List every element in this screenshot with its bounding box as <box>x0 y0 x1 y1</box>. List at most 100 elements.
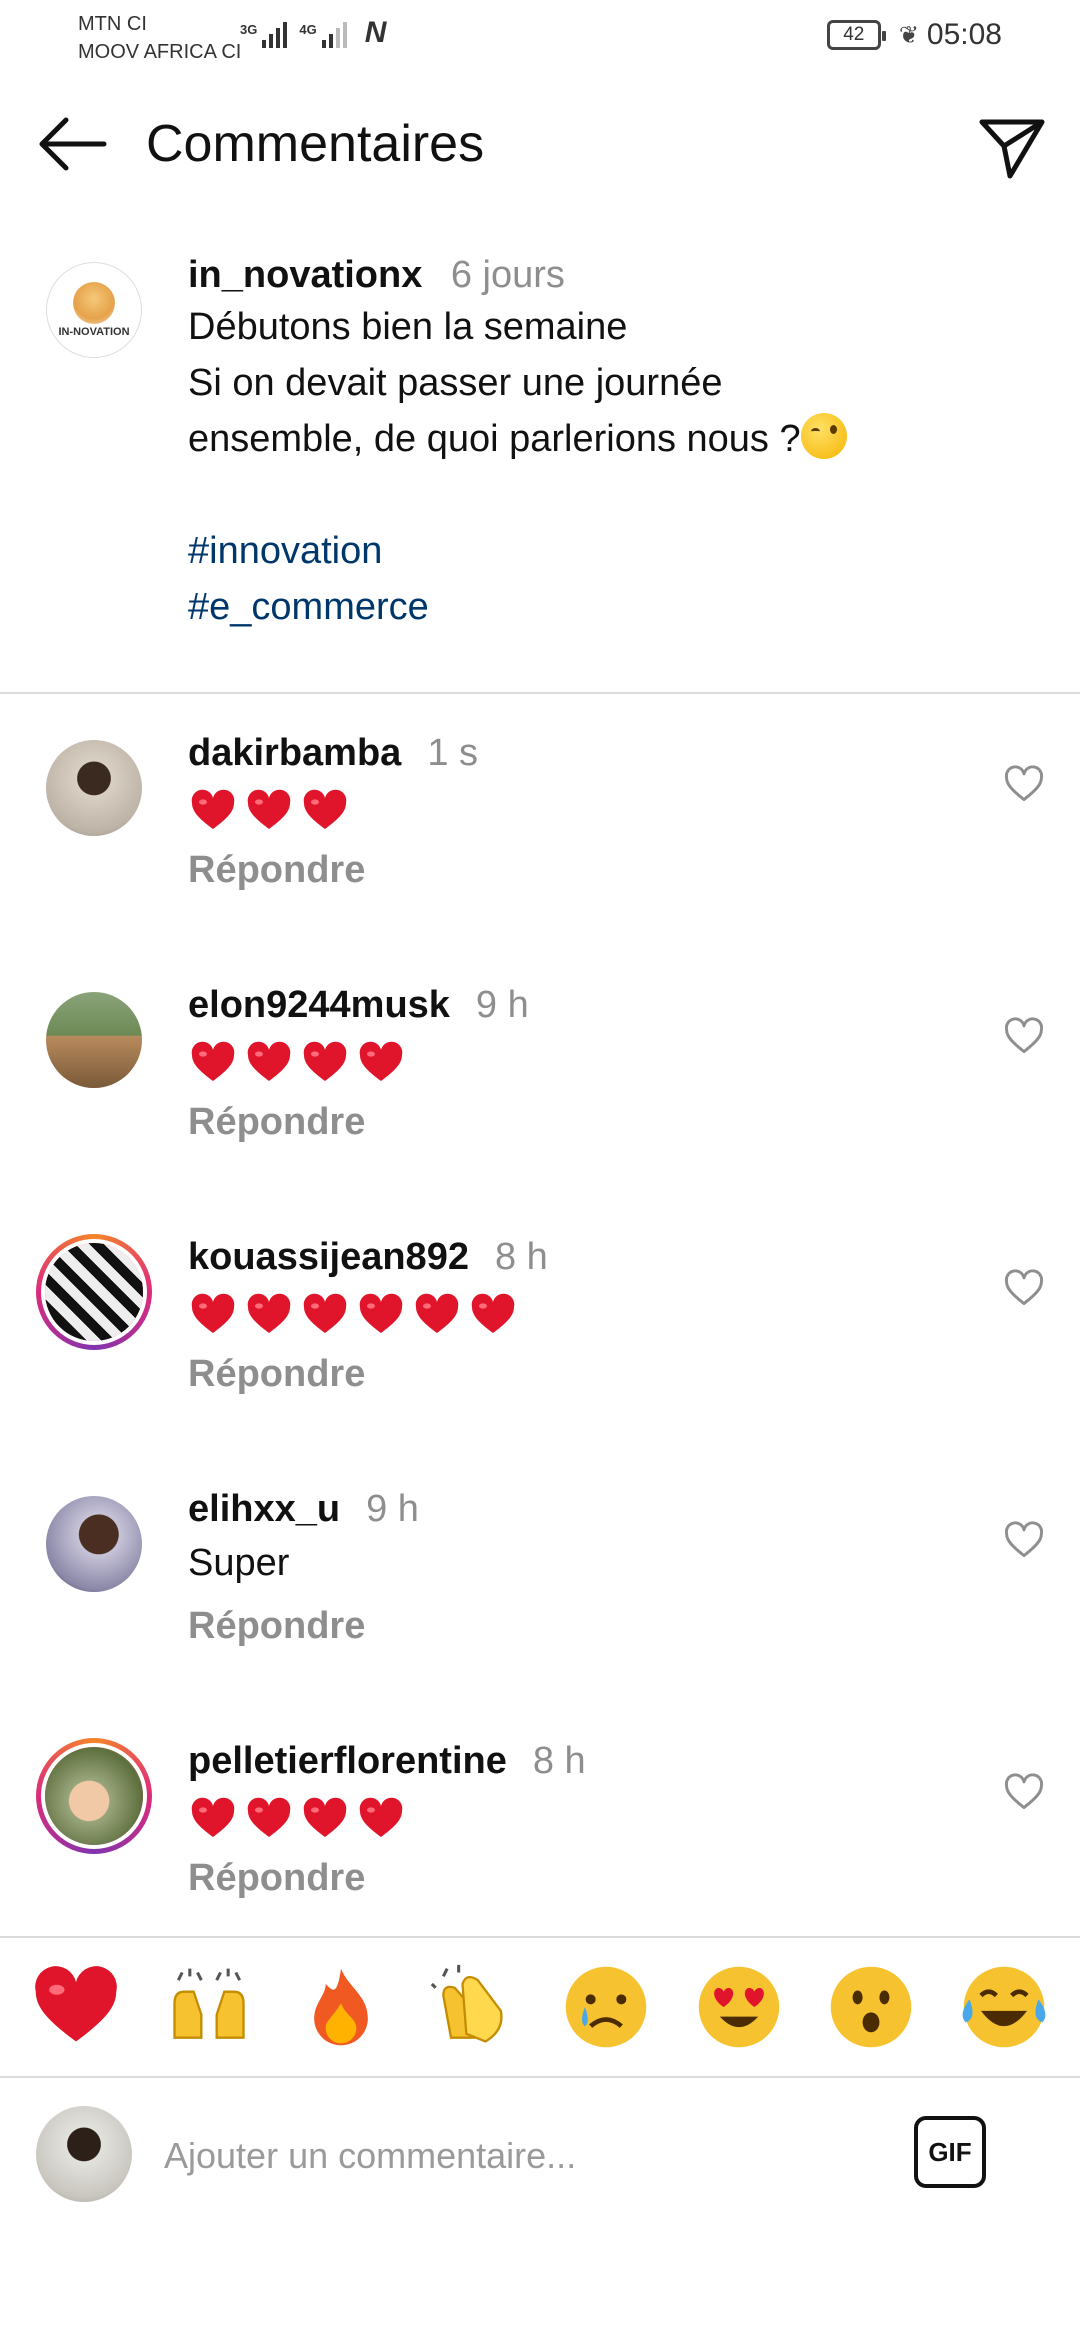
red-heart-emoji <box>356 1795 406 1843</box>
comment-time: 1 s <box>427 732 479 774</box>
red-heart-emoji <box>188 1795 238 1843</box>
caption-text: Débutons bien la semaine Si on devait pa… <box>188 299 1048 467</box>
avatar[interactable] <box>46 740 142 836</box>
red-heart-emoji <box>188 1291 238 1339</box>
red-heart-emoji <box>412 1291 462 1339</box>
red-heart-emoji <box>244 787 294 835</box>
surprised-face-emoji[interactable] <box>823 1959 919 2055</box>
reply-button[interactable]: Répondre <box>188 1857 365 1900</box>
raising-hands-emoji[interactable] <box>161 1959 257 2055</box>
comment-time: 8 h <box>494 1236 548 1278</box>
crying-face-emoji[interactable] <box>558 1959 654 2055</box>
comment-time: 9 h <box>475 984 529 1026</box>
arrow-left-icon <box>39 117 107 171</box>
page-title: Commentaires <box>146 115 485 173</box>
comment-username[interactable]: dakirbamba <box>188 732 401 774</box>
comment-item: elihxx_u 9 h Super Répondre <box>0 1488 1080 1728</box>
red-heart-emoji <box>244 1291 294 1339</box>
hashtag-link[interactable]: #innovation <box>188 523 1048 579</box>
heart-outline-icon <box>1004 1773 1044 1810</box>
signal-2-icon: 4G <box>299 22 347 48</box>
post-time: 6 jours <box>450 254 565 296</box>
comment-username[interactable]: elihxx_u <box>188 1488 340 1530</box>
heart-outline-icon <box>1004 1017 1044 1054</box>
red-heart-emoji <box>356 1039 406 1087</box>
like-button[interactable] <box>1002 1518 1046 1562</box>
story-avatar[interactable] <box>36 1738 152 1854</box>
heart-emojis <box>188 1035 968 1091</box>
comment-composer: GIF <box>0 2080 1080 2220</box>
current-user-avatar[interactable] <box>36 2106 132 2202</box>
heart-emojis <box>188 1287 968 1343</box>
carrier-1: MTN CI <box>78 13 147 35</box>
heart-outline-icon <box>1004 1269 1044 1306</box>
reply-button[interactable]: Répondre <box>188 849 365 892</box>
red-heart-emoji <box>188 787 238 835</box>
clapping-hands-emoji[interactable] <box>426 1959 522 2055</box>
tears-of-joy-emoji[interactable] <box>956 1959 1052 2055</box>
heart-emojis <box>188 1791 968 1847</box>
red-heart-emoji <box>244 1039 294 1087</box>
reply-button[interactable]: Répondre <box>188 1101 365 1144</box>
comment-item: kouassijean892 8 h Répondre <box>0 1234 1080 1476</box>
comment-input[interactable] <box>164 2116 884 2196</box>
clock: 05:08 <box>926 18 1002 51</box>
share-button[interactable] <box>974 108 1050 184</box>
fire-emoji[interactable] <box>293 1959 389 2055</box>
emoji-reaction-bar <box>0 1936 1080 2078</box>
red-heart-emoji <box>356 1291 406 1339</box>
comment-time: 9 h <box>366 1488 419 1530</box>
status-right: 42 ❦ 05:08 <box>826 18 1002 52</box>
heart-emojis <box>188 783 968 839</box>
like-button[interactable] <box>1002 762 1046 806</box>
reply-button[interactable]: Répondre <box>188 1353 365 1396</box>
network-type-2: 4G <box>299 22 317 37</box>
comment-item: elon9244musk 9 h Répondre <box>0 984 1080 1224</box>
heart-outline-icon <box>1004 1521 1044 1558</box>
avatar[interactable]: IN-NOVATION <box>46 262 142 358</box>
battery-icon: 42 <box>826 20 886 50</box>
signal-indicators: 3G 4G N <box>240 18 386 48</box>
status-bar: MTN CI MOOV AFRICA CI 3G 4G N 42 ❦ 05:08 <box>0 0 1080 72</box>
red-heart-emoji <box>300 1291 350 1339</box>
red-heart-emoji <box>468 1291 518 1339</box>
carrier-names: MTN CI MOOV AFRICA CI <box>78 10 241 66</box>
avatar[interactable] <box>46 992 142 1088</box>
story-avatar[interactable] <box>36 1234 152 1350</box>
reply-button[interactable]: Répondre <box>188 1605 365 1648</box>
like-button[interactable] <box>1002 1770 1046 1814</box>
carrier-2: MOOV AFRICA CI <box>78 41 242 63</box>
comment-username[interactable]: pelletierflorentine <box>188 1740 507 1782</box>
caption-line: ensemble, de quoi parlerions nous ? <box>188 411 1048 467</box>
post-caption: IN-NOVATION in_novationx 6 jours Débuton… <box>0 244 1080 694</box>
red-heart-emoji <box>300 1795 350 1843</box>
hashtag-link[interactable]: #e_commerce <box>188 579 1048 635</box>
avatar[interactable] <box>46 1496 142 1592</box>
red-heart-emoji <box>244 1795 294 1843</box>
post-username[interactable]: in_novationx <box>188 254 422 296</box>
comment-username[interactable]: kouassijean892 <box>188 1236 469 1278</box>
red-heart-emoji <box>188 1039 238 1087</box>
back-button[interactable] <box>32 112 112 176</box>
gif-button[interactable]: GIF <box>914 2116 986 2188</box>
post-body: in_novationx 6 jours Débutons bien la se… <box>188 254 1048 635</box>
header: Commentaires <box>0 90 1080 200</box>
comment-username[interactable]: elon9244musk <box>188 984 450 1026</box>
divider <box>0 692 1080 694</box>
nfc-icon: N <box>364 16 387 49</box>
like-button[interactable] <box>1002 1014 1046 1058</box>
comment-item: dakirbamba 1 s Répondre <box>0 732 1080 972</box>
network-type-1: 3G <box>240 22 258 37</box>
comment-time: 8 h <box>532 1740 586 1782</box>
paper-plane-icon <box>979 119 1045 179</box>
red-heart-emoji <box>300 1039 350 1087</box>
signal-1-icon: 3G <box>240 22 288 48</box>
winking-face-emoji <box>800 413 847 459</box>
caption-line: Débutons bien la semaine <box>188 306 628 348</box>
heart-outline-icon <box>1004 765 1044 802</box>
caption-line: Si on devait passer une journée <box>188 362 723 404</box>
brand-logo: IN-NOVATION <box>58 282 130 338</box>
heart-emoji[interactable] <box>28 1959 124 2055</box>
heart-eyes-emoji[interactable] <box>691 1959 787 2055</box>
like-button[interactable] <box>1002 1266 1046 1310</box>
